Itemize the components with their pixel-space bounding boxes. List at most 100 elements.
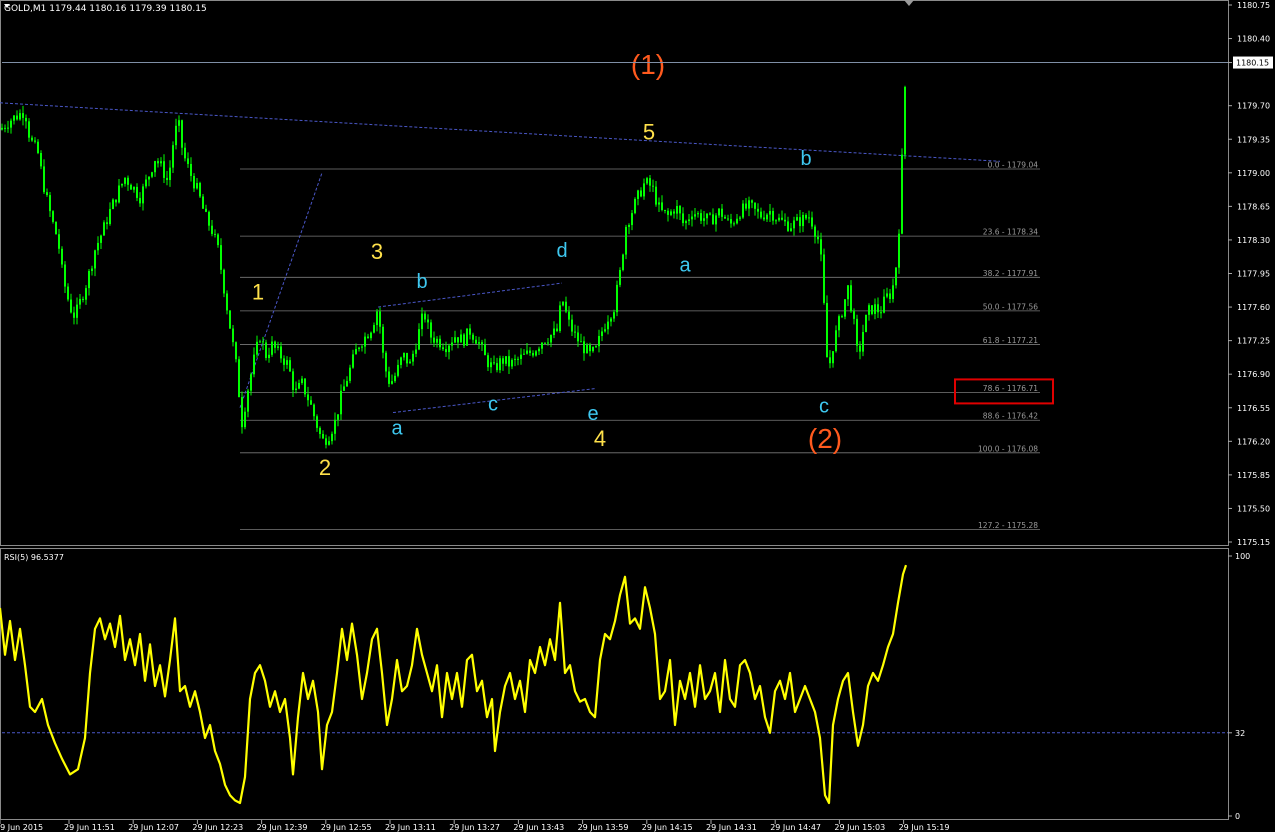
candle-body bbox=[235, 342, 237, 360]
candle-body bbox=[799, 217, 801, 227]
price-tick-label: 1176.55 bbox=[1237, 404, 1270, 413]
candle-body bbox=[898, 233, 900, 268]
candle-body bbox=[28, 121, 30, 138]
candle-body bbox=[481, 342, 483, 345]
price-tick-label: 1178.30 bbox=[1237, 236, 1270, 245]
candle-body bbox=[460, 334, 462, 343]
candle-body bbox=[16, 115, 18, 120]
rsi-panel: 100 32 0 bbox=[0, 552, 1250, 821]
candle-body bbox=[871, 305, 873, 314]
candle-body bbox=[271, 341, 273, 355]
candle-body bbox=[139, 197, 141, 204]
candle-body bbox=[181, 120, 183, 148]
candle-body bbox=[358, 347, 360, 349]
candle-body bbox=[340, 390, 342, 415]
candle-body bbox=[862, 332, 864, 352]
candle-body bbox=[682, 213, 684, 224]
price-tick-label: 1178.65 bbox=[1237, 202, 1270, 211]
candle-body bbox=[292, 371, 294, 390]
candle-body bbox=[445, 349, 447, 353]
candle-body bbox=[223, 269, 225, 294]
candle-body bbox=[157, 161, 159, 164]
candle-body bbox=[853, 311, 855, 319]
fib-level-label: 61.8 - 1177.21 bbox=[983, 336, 1038, 345]
candle-body bbox=[793, 220, 795, 229]
candle-body bbox=[169, 167, 171, 181]
candle-body bbox=[511, 359, 513, 367]
candle-body bbox=[127, 177, 129, 185]
wave-label: 1 bbox=[252, 279, 264, 304]
candle-body bbox=[385, 352, 387, 372]
candle-body bbox=[724, 216, 726, 219]
candle-body bbox=[343, 386, 345, 391]
candle-body bbox=[613, 312, 615, 319]
candle-body bbox=[82, 298, 84, 300]
candle-body bbox=[892, 285, 894, 300]
candle-body bbox=[244, 411, 246, 428]
candle-body bbox=[319, 427, 321, 434]
candle-body bbox=[373, 325, 375, 333]
candle-body bbox=[859, 345, 861, 352]
rsi-tick-label: 100 bbox=[1235, 552, 1250, 561]
candle-body bbox=[25, 117, 27, 122]
candle-body bbox=[259, 341, 261, 343]
candle-body bbox=[91, 268, 93, 272]
candle-body bbox=[187, 158, 189, 164]
candle-body bbox=[709, 213, 711, 215]
candle-body bbox=[67, 286, 69, 300]
candle-body bbox=[451, 342, 453, 346]
candle-body bbox=[499, 358, 501, 371]
candle-body bbox=[214, 233, 216, 235]
candle-body bbox=[496, 363, 498, 371]
candle-body bbox=[382, 326, 384, 353]
candle-body bbox=[346, 380, 348, 387]
candle-body bbox=[229, 310, 231, 329]
candle-body bbox=[31, 137, 33, 141]
candle-body bbox=[598, 335, 600, 347]
candle-body bbox=[88, 271, 90, 289]
candle-body bbox=[550, 335, 552, 343]
candle-body bbox=[712, 214, 714, 225]
candle-body bbox=[307, 394, 309, 401]
candle-body bbox=[625, 226, 627, 255]
candle-body bbox=[142, 186, 144, 204]
candle-body bbox=[295, 388, 297, 390]
candle-body bbox=[379, 311, 381, 327]
candle-body bbox=[559, 305, 561, 332]
candle-body bbox=[745, 203, 747, 209]
candle-body bbox=[472, 334, 474, 340]
candle-body bbox=[607, 321, 609, 330]
candle-body bbox=[883, 296, 885, 313]
candle-body bbox=[466, 328, 468, 346]
candle-body bbox=[829, 357, 831, 364]
candle-body bbox=[616, 284, 618, 313]
fib-level-label: 88.6 - 1176.42 bbox=[983, 412, 1038, 421]
rsi-series bbox=[0, 564, 908, 805]
candle-body bbox=[811, 217, 813, 227]
candle-body bbox=[655, 186, 657, 205]
fib-level-label: 0.0 - 1179.04 bbox=[988, 160, 1039, 169]
candle-body bbox=[202, 196, 204, 209]
candle-body bbox=[865, 314, 867, 333]
candle-body bbox=[1, 127, 3, 130]
candle-body bbox=[163, 161, 165, 178]
candle-body bbox=[325, 438, 327, 445]
candle-body bbox=[781, 217, 783, 220]
candle-body bbox=[808, 217, 810, 219]
candle-body bbox=[487, 355, 489, 368]
candle-body bbox=[265, 342, 267, 359]
time-tick-label: 29 Jun 12:55 bbox=[321, 823, 372, 832]
candle-body bbox=[46, 192, 48, 196]
candle-body bbox=[370, 332, 372, 339]
candle-body bbox=[547, 342, 549, 344]
candle-body bbox=[151, 172, 153, 177]
candle-body bbox=[754, 202, 756, 209]
time-tick-label: 29 Jun 13:27 bbox=[449, 823, 500, 832]
candle-body bbox=[406, 352, 408, 364]
candle-body bbox=[76, 304, 78, 318]
wave-label: b bbox=[800, 148, 811, 170]
candle-body bbox=[277, 346, 279, 348]
candle-body bbox=[310, 400, 312, 405]
candle-body bbox=[283, 358, 285, 365]
scroll-marker-icon bbox=[904, 0, 914, 6]
